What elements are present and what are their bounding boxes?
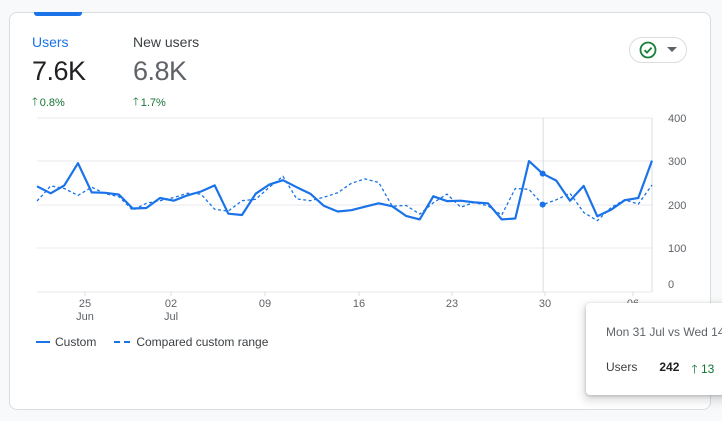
check-circle-icon [639,41,657,59]
metric-value: 7.6K [32,56,86,86]
arrow-up-icon: 🡑 [32,96,38,108]
data-quality-dropdown[interactable] [629,37,687,63]
tooltip-delta-value: 13 [700,362,715,376]
metric-tab-users[interactable]: Users 7.6K 🡑 0.8% [32,34,86,112]
tooltip-row: Users 242 🡑 13 [606,360,714,381]
tooltip-delta: 🡑 13 [691,362,715,376]
metric-delta: 🡑 1.7% [133,93,199,112]
metric-label: Users [32,34,69,50]
caret-down-icon [667,47,677,52]
legend-swatch-dashed [114,341,131,343]
legend-item-compared[interactable]: Compared custom range [136,335,268,349]
metric-delta-value: 1.7% [140,96,166,109]
metric-value: 6.8K [133,56,187,86]
metric-tab-new-users[interactable]: New users 6.8K 🡑 1.7% [133,34,199,112]
active-metric-indicator [34,12,82,16]
tooltip-value: 242 [659,360,680,374]
tooltip-title: Mon 31 Jul vs Wed 14 [606,325,722,339]
legend-item-custom[interactable]: Custom [55,335,96,349]
tooltip-metric: Users [606,360,638,374]
metric-delta-value: 0.8% [39,96,65,109]
chart-tooltip: Mon 31 Jul vs Wed 14 Users 242 🡑 13 [586,303,722,395]
metric-label: New users [133,34,200,50]
legend-swatch-solid [36,341,50,343]
chart-legend: Custom Compared custom range [36,335,268,349]
metric-delta: 🡑 0.8% [32,93,86,112]
arrow-up-icon: 🡑 [133,96,139,108]
